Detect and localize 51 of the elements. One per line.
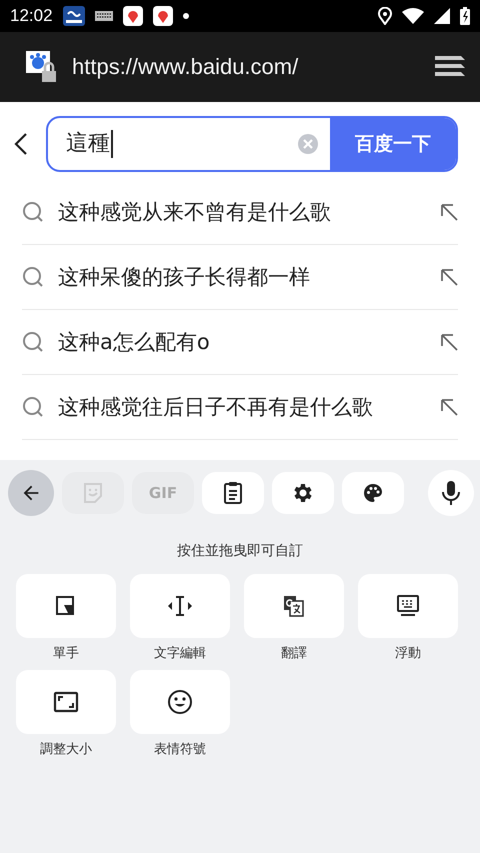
palette-button[interactable] [342, 472, 404, 514]
back-button[interactable] [8, 470, 54, 516]
tool-tile[interactable] [130, 574, 230, 638]
tile-label: 表情符號 [154, 741, 206, 758]
keyboard-icon [396, 594, 420, 618]
translate-icon [282, 594, 306, 618]
map-pin-app-icon [152, 6, 173, 26]
mic-button[interactable] [428, 470, 474, 516]
search-icon [22, 266, 44, 288]
suggestion-item[interactable]: 这种a怎么配有o [58, 328, 426, 356]
location-icon [378, 7, 392, 25]
map-pin-app-icon [122, 6, 143, 26]
palette-icon [361, 481, 385, 505]
fill-arrow-icon[interactable] [440, 398, 458, 416]
tool-tile[interactable] [358, 574, 458, 638]
wifi-icon [402, 8, 424, 24]
suggestion-item[interactable]: 这种呆傻的孩子长得都一样 [58, 263, 426, 291]
signal-icon [434, 8, 450, 24]
suggestion-item[interactable]: 这种感觉从来不曾有是什么歌 [58, 198, 426, 226]
fill-arrow-icon[interactable] [440, 203, 458, 221]
tool-tile[interactable] [130, 670, 230, 734]
sticker-icon [81, 481, 105, 505]
back-chevron-icon[interactable] [14, 132, 28, 156]
resize-icon [53, 691, 79, 713]
text-cursor-icon [166, 594, 194, 618]
tile-label: 浮動 [395, 645, 421, 662]
fill-arrow-icon[interactable] [440, 333, 458, 351]
tile-label: 單手 [53, 645, 79, 662]
tool-tile[interactable] [16, 670, 116, 734]
tile-label: 翻譯 [281, 645, 307, 662]
clipboard-icon [222, 481, 244, 505]
keyboard-notification-icon [94, 11, 113, 21]
search-icon [22, 396, 44, 418]
search-icon [22, 331, 44, 353]
tile-label: 調整大小 [40, 741, 92, 758]
hint-text: 按住並拖曳即可自訂 [176, 542, 304, 560]
tool-tile[interactable] [244, 574, 344, 638]
search-icon [22, 201, 44, 223]
smiley-icon [167, 689, 193, 715]
clock: 12:02 [10, 6, 53, 26]
battery-icon [460, 7, 470, 25]
tile-label: 文字編輯 [154, 645, 206, 662]
fill-arrow-icon[interactable] [440, 268, 458, 286]
dot-icon [182, 13, 189, 19]
site-lock-icon [26, 51, 58, 83]
microphone-icon [440, 480, 462, 506]
suggestion-item[interactable]: 这种感觉往后日子不再有是什么歌 [58, 393, 426, 421]
clipboard-button[interactable] [202, 472, 264, 514]
tool-tile[interactable] [16, 574, 116, 638]
settings-button[interactable] [272, 472, 334, 514]
app-notification-icon [62, 6, 85, 26]
